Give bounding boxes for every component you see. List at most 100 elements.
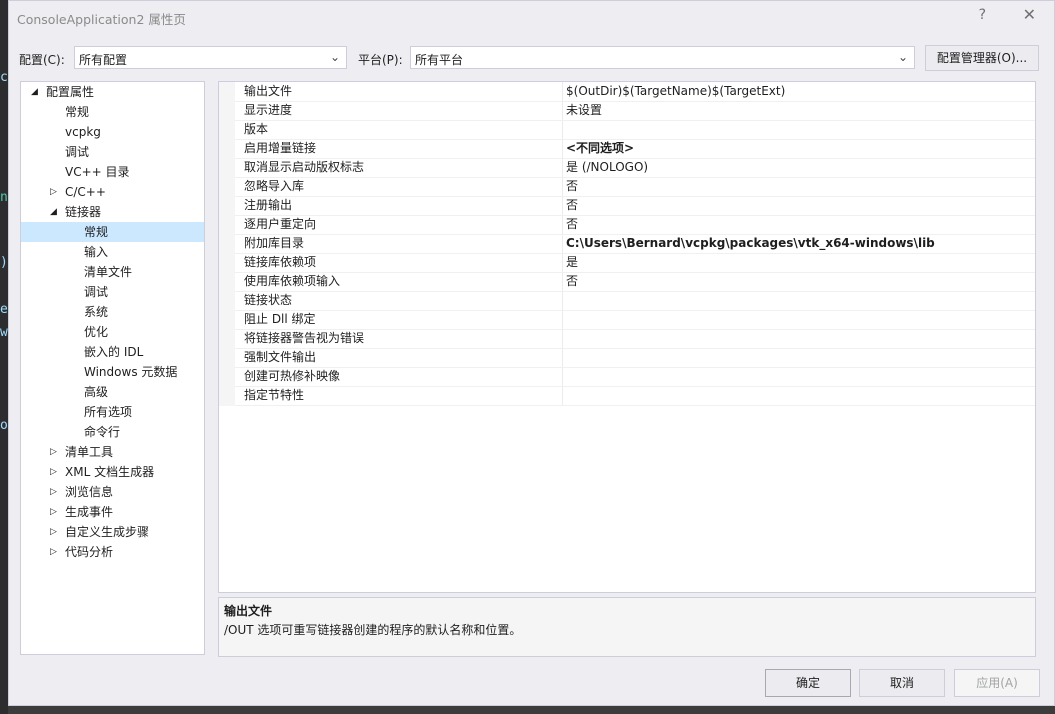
property-name: 注册输出 xyxy=(244,198,293,212)
property-value[interactable]: 是 xyxy=(566,253,578,272)
tree-item[interactable]: Windows 元数据 xyxy=(21,362,204,382)
tree-item-label: 代码分析 xyxy=(65,545,114,559)
property-name: 启用增量链接 xyxy=(244,141,317,155)
property-tree: ◢ 配置属性 常规 vcpkg 调试 VC++ 目录 ▷ C/C++ ◢ 链接器 常规 输入 清单文件调… xyxy=(20,81,205,655)
tree-item[interactable]: ▷ 代码分析 xyxy=(21,542,204,562)
collapse-arrow-icon[interactable]: ◢ xyxy=(50,202,57,222)
tree-item[interactable]: 调试 xyxy=(21,282,204,302)
tree-item-label: VC++ 目录 xyxy=(65,165,130,179)
property-value[interactable]: 否 xyxy=(566,196,578,215)
expand-arrow-icon[interactable]: ▷ xyxy=(50,462,57,482)
platform-dropdown[interactable]: 所有平台 ⌄ xyxy=(410,46,915,69)
property-value[interactable]: C:\Users\Bernard\vcpkg\packages\vtk_x64-… xyxy=(566,234,935,253)
tree-item-label: 调试 xyxy=(65,145,90,159)
property-name: 附加库目录 xyxy=(244,236,305,250)
tree-item[interactable]: ▷ 浏览信息 xyxy=(21,482,204,502)
expand-arrow-icon[interactable]: ▷ xyxy=(50,522,57,542)
tree-item-label: 输入 xyxy=(84,245,109,259)
property-value[interactable]: 否 xyxy=(566,215,578,234)
property-name: 链接状态 xyxy=(244,293,293,307)
tree-item-label: 清单文件 xyxy=(84,265,133,279)
tree-item[interactable]: 嵌入的 IDL xyxy=(21,342,204,362)
property-name: 显示进度 xyxy=(244,103,293,117)
tree-item-label: 所有选项 xyxy=(84,405,133,419)
property-row[interactable]: 启用增量链接 <不同选项> xyxy=(235,139,1035,159)
platform-value: 所有平台 xyxy=(415,53,464,67)
property-row[interactable]: 注册输出 否 xyxy=(235,196,1035,216)
tree-item-label: 链接器 xyxy=(65,205,102,219)
tree-item-label: 浏览信息 xyxy=(65,485,114,499)
tree-item[interactable]: 高级 xyxy=(21,382,204,402)
property-value[interactable]: $(OutDir)$(TargetName)$(TargetExt) xyxy=(566,82,785,101)
ok-button[interactable]: 确定 xyxy=(765,669,851,697)
configuration-value: 所有配置 xyxy=(79,53,128,67)
property-row[interactable]: 忽略导入库 否 xyxy=(235,177,1035,197)
property-row[interactable]: 链接库依赖项 是 xyxy=(235,253,1035,273)
apply-button[interactable]: 应用(A) xyxy=(954,669,1040,697)
tree-item[interactable]: ◢ 链接器 xyxy=(21,202,204,222)
tree-item[interactable]: ◢ 配置属性 xyxy=(21,82,204,102)
configuration-manager-button[interactable]: 配置管理器(O)... xyxy=(925,45,1039,71)
close-icon[interactable]: ✕ xyxy=(1023,5,1036,24)
property-row[interactable]: 使用库依赖项输入 否 xyxy=(235,272,1035,292)
tree-item[interactable]: ▷ 自定义生成步骤 xyxy=(21,522,204,542)
collapse-arrow-icon[interactable]: ◢ xyxy=(31,82,38,102)
tree-item[interactable]: 调试 xyxy=(21,142,204,162)
property-row[interactable]: 强制文件输出 xyxy=(235,348,1035,368)
property-value[interactable]: 是 (/NOLOGO) xyxy=(566,158,648,177)
tree-item-label: 清单工具 xyxy=(65,445,114,459)
expand-arrow-icon[interactable]: ▷ xyxy=(50,182,57,202)
expand-arrow-icon[interactable]: ▷ xyxy=(50,442,57,462)
property-name: 强制文件输出 xyxy=(244,350,317,364)
property-value[interactable]: 未设置 xyxy=(566,101,602,120)
tree-item[interactable]: 所有选项 xyxy=(21,402,204,422)
property-name: 使用库依赖项输入 xyxy=(244,274,341,288)
tree-item-label: 命令行 xyxy=(84,425,121,439)
expand-arrow-icon[interactable]: ▷ xyxy=(50,542,57,562)
cancel-button[interactable]: 取消 xyxy=(859,669,945,697)
property-row[interactable]: 阻止 Dll 绑定 xyxy=(235,310,1035,330)
tree-item-label: 优化 xyxy=(84,325,109,339)
tree-item[interactable]: ▷ XML 文档生成器 xyxy=(21,462,204,482)
tree-item[interactable]: 输入 xyxy=(21,242,204,262)
property-row[interactable]: 输出文件 $(OutDir)$(TargetName)$(TargetExt) xyxy=(235,82,1035,102)
property-row[interactable]: 指定节特性 xyxy=(235,386,1035,406)
tree-item[interactable]: ▷ 生成事件 xyxy=(21,502,204,522)
tree-item[interactable]: VC++ 目录 xyxy=(21,162,204,182)
property-row[interactable]: 显示进度 未设置 xyxy=(235,101,1035,121)
title-bar: ConsoleApplication2 属性页 ? ✕ xyxy=(9,1,1054,33)
property-row[interactable]: 创建可热修补映像 xyxy=(235,367,1035,387)
background-glyph: w xyxy=(0,325,8,340)
property-row[interactable]: 将链接器警告视为错误 xyxy=(235,329,1035,349)
tree-item[interactable]: 系统 xyxy=(21,302,204,322)
configuration-dropdown[interactable]: 所有配置 ⌄ xyxy=(74,46,347,69)
property-row[interactable]: 版本 xyxy=(235,120,1035,140)
tree-item-label: 系统 xyxy=(84,305,109,319)
property-value[interactable]: <不同选项> xyxy=(566,139,634,158)
property-row[interactable]: 链接状态 xyxy=(235,291,1035,311)
tree-item[interactable]: 命令行 xyxy=(21,422,204,442)
tree-item[interactable]: ▷ C/C++ xyxy=(21,182,204,202)
background-glyph: ) xyxy=(0,255,8,270)
tree-item[interactable]: vcpkg xyxy=(21,122,204,142)
property-row[interactable]: 逐用户重定向 否 xyxy=(235,215,1035,235)
background-glyph: c xyxy=(0,70,8,85)
expand-arrow-icon[interactable]: ▷ xyxy=(50,482,57,502)
property-name: 指定节特性 xyxy=(244,388,305,402)
property-row[interactable]: 取消显示启动版权标志 是 (/NOLOGO) xyxy=(235,158,1035,178)
tree-item-label: C/C++ xyxy=(65,185,106,199)
tree-item-label: vcpkg xyxy=(65,125,101,139)
tree-item[interactable]: 常规 xyxy=(21,102,204,122)
property-value[interactable]: 否 xyxy=(566,272,578,291)
help-icon[interactable]: ? xyxy=(979,7,986,23)
tree-item[interactable]: 清单文件 xyxy=(21,262,204,282)
description-text: /OUT 选项可重写链接器创建的程序的默认名称和位置。 xyxy=(224,623,522,637)
tree-item-label: 配置属性 xyxy=(46,85,95,99)
tree-item[interactable]: ▷ 清单工具 xyxy=(21,442,204,462)
property-name: 输出文件 xyxy=(244,84,293,98)
tree-item[interactable]: 常规 xyxy=(21,222,204,242)
property-row[interactable]: 附加库目录 C:\Users\Bernard\vcpkg\packages\vtk… xyxy=(235,234,1035,254)
tree-item[interactable]: 优化 xyxy=(21,322,204,342)
property-value[interactable]: 否 xyxy=(566,177,578,196)
expand-arrow-icon[interactable]: ▷ xyxy=(50,502,57,522)
